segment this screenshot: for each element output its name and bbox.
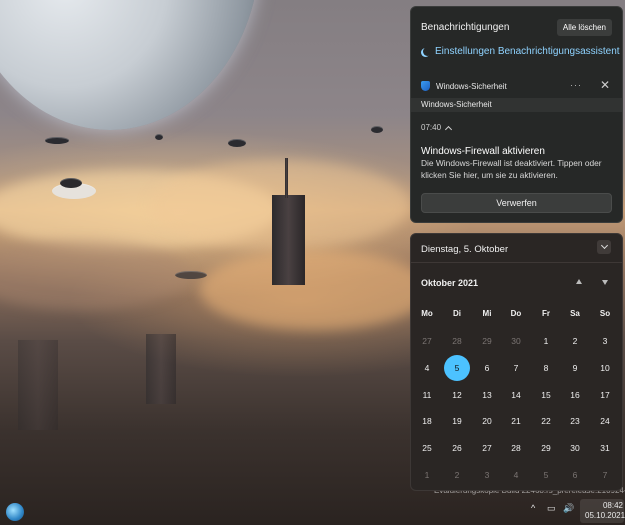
weekday-label: Sa xyxy=(570,309,580,318)
volume-icon[interactable]: 🔊 xyxy=(563,503,574,521)
weekday-label: Mo xyxy=(421,309,433,318)
notification-group-label: Windows-Sicherheit xyxy=(411,98,622,112)
calendar-date-header: Dienstag, 5. Oktober xyxy=(421,244,509,255)
wallpaper-spire xyxy=(285,158,288,198)
calendar-day[interactable]: 25 xyxy=(414,435,440,461)
calendar-day[interactable]: 11 xyxy=(414,382,440,408)
wallpaper-cloud xyxy=(200,250,430,330)
taskbar-date: 05.10.2021 xyxy=(585,511,625,520)
weekday-label: Fr xyxy=(542,309,550,318)
wallpaper-ship xyxy=(228,139,246,147)
next-month-icon[interactable] xyxy=(602,280,608,285)
calendar-day[interactable]: 29 xyxy=(474,328,500,354)
wallpaper-ship xyxy=(60,178,82,188)
calendar-day[interactable]: 7 xyxy=(592,462,618,488)
taskbar-time: 08:42 xyxy=(602,501,623,510)
calendar-day[interactable]: 17 xyxy=(592,382,618,408)
shield-icon xyxy=(421,81,430,91)
notification-time-toggle[interactable]: 07:40 xyxy=(421,123,453,133)
notification-app-header: Windows-Sicherheit ··· ✕ xyxy=(411,74,622,98)
calendar-day[interactable]: 4 xyxy=(503,462,529,488)
wallpaper-cloud xyxy=(0,240,190,310)
tray-chevron-icon[interactable]: ^ xyxy=(531,503,535,521)
calendar-flyout: Dienstag, 5. Oktober Oktober 2021 Mo Di Mi… xyxy=(410,233,623,491)
notification-message-body[interactable]: Die Windows-Firewall ist deaktiviert. Ti… xyxy=(421,158,613,181)
more-options-icon[interactable]: ··· xyxy=(570,80,582,90)
wallpaper-tower xyxy=(272,195,305,285)
calendar-day[interactable]: 5 xyxy=(533,462,559,488)
calendar-day[interactable]: 6 xyxy=(562,462,588,488)
calendar-day[interactable]: 21 xyxy=(503,408,529,434)
calendar-day[interactable]: 26 xyxy=(444,435,470,461)
calendar-day[interactable]: 2 xyxy=(562,328,588,354)
notification-header: Benachrichtigungen Alle löschen xyxy=(421,16,612,38)
calendar-day[interactable]: 27 xyxy=(414,328,440,354)
notification-message-title[interactable]: Windows-Firewall aktivieren xyxy=(421,146,545,157)
calendar-day[interactable]: 8 xyxy=(533,355,559,381)
previous-month-icon[interactable] xyxy=(576,279,582,284)
calendar-day[interactable]: 30 xyxy=(503,328,529,354)
calendar-day[interactable]: 16 xyxy=(562,382,588,408)
weekday-label: Do xyxy=(510,309,522,318)
calendar-day[interactable]: 23 xyxy=(562,408,588,434)
calendar-day[interactable]: 20 xyxy=(474,408,500,434)
calendar-day[interactable]: 7 xyxy=(503,355,529,381)
focus-assist-label: Einstellungen Benachrichtigungsassistent xyxy=(435,46,620,57)
divider xyxy=(411,262,622,263)
calendar-day[interactable]: 3 xyxy=(474,462,500,488)
wallpaper-ship xyxy=(45,137,69,144)
taskbar-clock[interactable]: 08:42 05.10.2021 xyxy=(585,501,625,521)
calendar-month-label[interactable]: Oktober 2021 xyxy=(421,278,478,288)
calendar-day[interactable]: 28 xyxy=(444,328,470,354)
wallpaper-planet xyxy=(0,0,260,130)
network-icon[interactable]: ▭ xyxy=(547,503,556,521)
close-icon[interactable]: ✕ xyxy=(600,78,610,92)
calendar-day[interactable]: 9 xyxy=(562,355,588,381)
calendar-day[interactable]: 10 xyxy=(592,355,618,381)
calendar-day[interactable]: 29 xyxy=(533,435,559,461)
wallpaper-tower xyxy=(18,340,58,430)
calendar-day[interactable]: 3 xyxy=(592,328,618,354)
calendar-day[interactable]: 31 xyxy=(592,435,618,461)
focus-assist-settings-link[interactable]: Einstellungen Benachrichtigungsassistent xyxy=(421,46,620,57)
calendar-day[interactable]: 18 xyxy=(414,408,440,434)
calendar-day[interactable]: 19 xyxy=(444,408,470,434)
calendar-day[interactable]: 2 xyxy=(444,462,470,488)
chevron-down-icon xyxy=(600,241,609,250)
calendar-day[interactable]: 12 xyxy=(444,382,470,408)
weekday-label: Mi xyxy=(482,309,492,318)
calendar-collapse-button[interactable] xyxy=(597,240,611,254)
calendar-day[interactable]: 30 xyxy=(562,435,588,461)
calendar-day[interactable]: 1 xyxy=(414,462,440,488)
calendar-day[interactable]: 24 xyxy=(592,408,618,434)
notification-time: 07:40 xyxy=(421,123,442,132)
wallpaper-ship xyxy=(155,134,163,140)
calendar-day[interactable]: 27 xyxy=(474,435,500,461)
weekday-label: So xyxy=(599,309,611,318)
calendar-day[interactable]: 6 xyxy=(474,355,500,381)
calendar-day[interactable]: 4 xyxy=(414,355,440,381)
calendar-day[interactable]: 15 xyxy=(533,382,559,408)
app-name: Windows-Sicherheit xyxy=(436,81,507,91)
calendar-day[interactable]: 1 xyxy=(533,328,559,354)
notification-title: Benachrichtigungen xyxy=(421,21,510,33)
wallpaper-ship xyxy=(371,126,383,133)
start-icon[interactable] xyxy=(6,503,24,521)
wallpaper-tower xyxy=(146,334,176,404)
calendar-day[interactable]: 22 xyxy=(533,408,559,434)
dismiss-button[interactable]: Verwerfen xyxy=(421,193,612,213)
calendar-day[interactable]: 28 xyxy=(503,435,529,461)
weekday-label: Di xyxy=(453,309,461,318)
notification-center: Benachrichtigungen Alle löschen Einstell… xyxy=(410,6,623,223)
calendar-day[interactable]: 14 xyxy=(503,382,529,408)
wallpaper-ship xyxy=(175,271,207,279)
calendar-day-today[interactable]: 5 xyxy=(444,354,470,381)
calendar-day[interactable]: 13 xyxy=(474,382,500,408)
clear-all-button[interactable]: Alle löschen xyxy=(556,18,612,36)
chevron-up-icon xyxy=(444,125,453,133)
moon-icon xyxy=(423,47,432,56)
